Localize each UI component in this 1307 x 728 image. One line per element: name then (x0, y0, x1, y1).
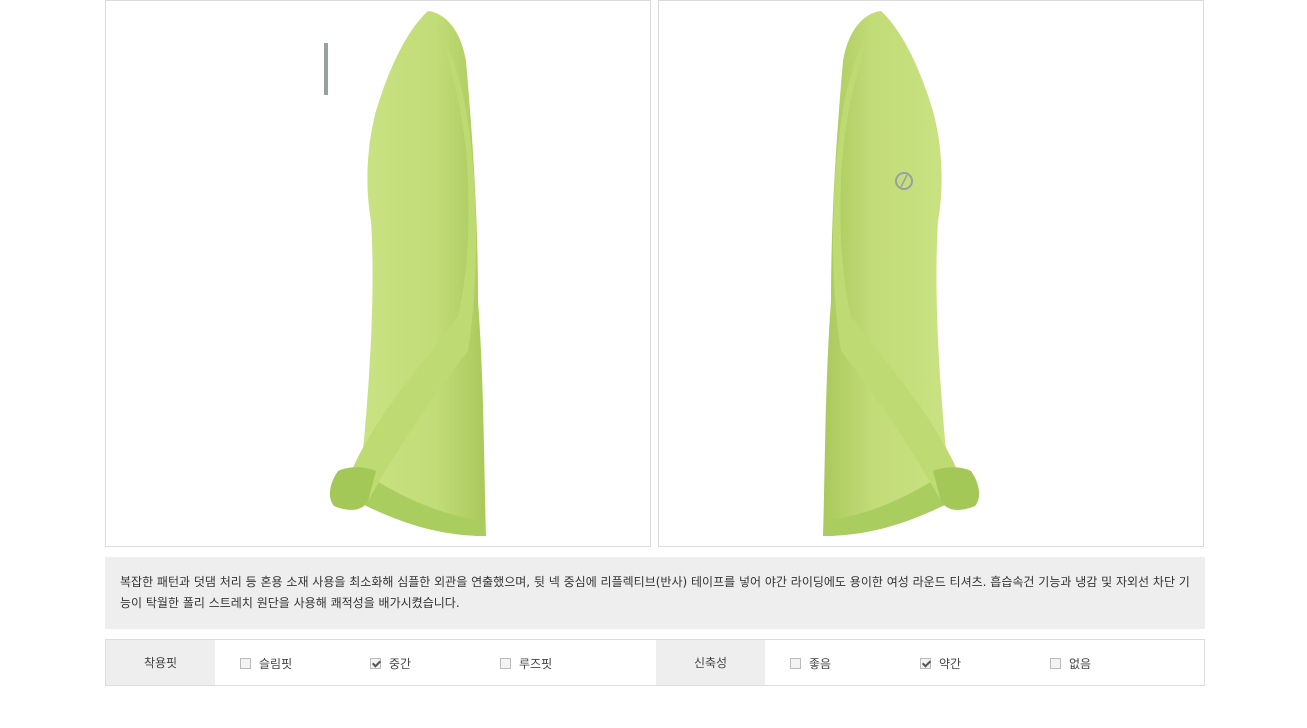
fit-slim-label: 슬림핏 (259, 657, 293, 671)
stretch-none-checkbox[interactable] (1050, 658, 1061, 669)
product-description-text: 복잡한 패턴과 덧댐 처리 등 혼용 소재 사용을 최소화해 심플한 외관을 연… (120, 575, 1190, 610)
shirt-side-view-left-image (324, 11, 486, 536)
stretch-label: 신축성 (656, 640, 765, 685)
stretch-option-good[interactable]: 좋음 (790, 655, 831, 672)
stretch-option-slight[interactable]: 약간 (920, 655, 961, 672)
fit-option-loose[interactable]: 루즈핏 (500, 655, 552, 672)
product-description: 복잡한 패턴과 덧댐 처리 등 혼용 소재 사용을 최소화해 심플한 외관을 연… (105, 557, 1205, 629)
product-photo-left (105, 0, 651, 547)
stretch-none-label: 없음 (1069, 657, 1092, 671)
fit-loose-label: 루즈핏 (519, 657, 553, 671)
stretch-label-text: 신축성 (693, 656, 728, 670)
stretch-good-label: 좋음 (809, 657, 832, 671)
stretch-good-checkbox[interactable] (790, 658, 801, 669)
fit-slim-checkbox[interactable] (240, 658, 251, 669)
fit-loose-checkbox[interactable] (500, 658, 511, 669)
fit-label: 착용핏 (106, 640, 215, 685)
product-photo-right (658, 0, 1204, 547)
fit-options: 슬림핏 중간 루즈핏 (215, 640, 656, 685)
fit-regular-checkbox[interactable] (370, 658, 381, 669)
fit-option-regular[interactable]: 중간 (370, 655, 411, 672)
fit-label-text: 착용핏 (143, 656, 178, 670)
stretch-slight-label: 약간 (939, 657, 962, 671)
fit-option-slim[interactable]: 슬림핏 (240, 655, 292, 672)
stretch-options: 좋음 약간 없음 (765, 640, 1206, 685)
stretch-slight-checkbox[interactable] (920, 658, 931, 669)
fit-regular-label: 중간 (389, 657, 412, 671)
shirt-side-view-right-image (823, 11, 980, 536)
stretch-option-none[interactable]: 없음 (1050, 655, 1091, 672)
spec-table: 착용핏 슬림핏 중간 루즈핏 신축성 좋음 약간 없음 (105, 639, 1205, 686)
